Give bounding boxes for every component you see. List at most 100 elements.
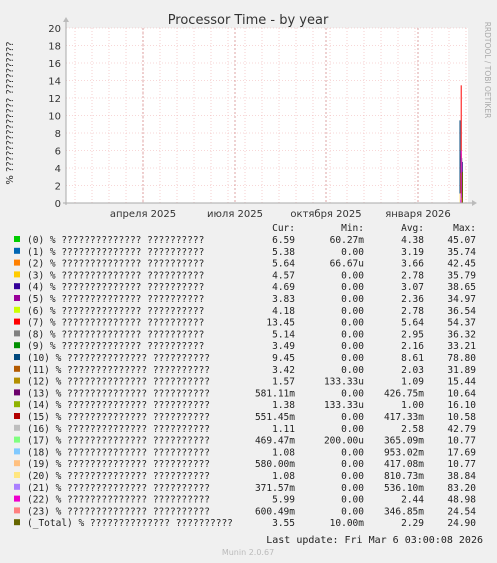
legend-value-avg: 417.33m: [384, 412, 424, 423]
y-tick-label: 10: [48, 112, 61, 123]
y-tick-label: 2: [55, 182, 61, 193]
legend-value-cur: 5.14: [272, 329, 295, 340]
legend-swatch: [14, 436, 20, 443]
legend-value-cur: 371.57m: [255, 483, 295, 494]
legend-swatch: [14, 460, 20, 467]
x-tick-label: июля 2025: [207, 209, 263, 220]
y-tick-label: 14: [48, 77, 61, 88]
legend-series-name: (11) % ?????????????? ??????????: [27, 365, 210, 376]
legend-swatch: [14, 519, 20, 526]
legend-value-max: 54.37: [447, 318, 476, 329]
legend-value-avg: 953.02m: [384, 447, 424, 458]
legend-value-avg: 417.08m: [384, 459, 424, 470]
legend-series-name: (4) % ?????????????? ??????????: [27, 282, 204, 293]
legend-value-avg: 4.38: [401, 235, 424, 246]
legend-value-min: 0.00: [341, 424, 364, 435]
legend-swatch: [14, 507, 20, 514]
legend-value-cur: 5.99: [272, 495, 295, 506]
legend-value-min: 200.00u: [324, 436, 364, 447]
legend-swatch: [14, 247, 20, 254]
legend-value-avg: 2.78: [401, 270, 424, 281]
chart-title: Processor Time - by year: [168, 13, 329, 28]
legend-series-name: (18) % ?????????????? ??????????: [27, 447, 210, 458]
legend-value-avg: 1.00: [401, 400, 424, 411]
legend-value-cur: 6.59: [272, 235, 295, 246]
legend-swatch: [14, 448, 20, 455]
legend-value-avg: 2.44: [401, 495, 424, 506]
legend-swatch: [14, 306, 20, 313]
legend-series-name: (_Total) % ?????????????? ??????????: [27, 518, 233, 529]
legend-series-name: (23) % ?????????????? ??????????: [27, 506, 210, 517]
legend-value-avg: 2.78: [401, 306, 424, 317]
legend-value-max: 42.79: [447, 424, 476, 435]
legend-value-cur: 581.11m: [255, 388, 295, 399]
legend-swatch: [14, 389, 20, 396]
y-tick-label: 8: [55, 129, 61, 140]
legend-series-name: (21) % ?????????????? ??????????: [27, 483, 210, 494]
legend-value-max: 34.97: [447, 294, 476, 305]
legend-series-name: (16) % ?????????????? ??????????: [27, 424, 210, 435]
legend-swatch: [14, 354, 20, 360]
legend-series-name: (13) % ?????????????? ??????????: [27, 388, 210, 399]
last-update-text: Last update: Fri Mar 6 03:00:08 2026: [266, 535, 483, 546]
legend-series-name: (9) % ?????????????? ??????????: [27, 341, 204, 352]
legend-value-max: 78.80: [447, 353, 476, 364]
legend-value-cur: 1.08: [272, 471, 295, 482]
legend-value-avg: 5.64: [401, 318, 424, 329]
legend-series-name: (15) % ?????????????? ??????????: [27, 412, 210, 423]
legend-series-name: (10) % ?????????????? ??????????: [27, 353, 210, 364]
legend-swatch: [14, 236, 20, 242]
legend-value-cur: 4.69: [272, 282, 295, 293]
legend-value-min: 0.00: [341, 329, 364, 340]
legend-header-cur: Cur:: [272, 223, 295, 234]
legend-value-avg: 3.19: [401, 247, 424, 258]
legend-value-min: 0.00: [341, 412, 364, 423]
legend-value-cur: 1.57: [272, 377, 295, 388]
legend-value-avg: 2.36: [401, 294, 424, 305]
x-tick-label: апреля 2025: [110, 209, 176, 220]
legend-value-max: 35.79: [447, 270, 476, 281]
legend-value-min: 66.67u: [330, 259, 364, 270]
legend-series-name: (17) % ?????????????? ??????????: [27, 436, 210, 447]
legend-value-max: 24.54: [447, 506, 476, 517]
legend-value-avg: 2.03: [401, 365, 424, 376]
legend-value-avg: 426.75m: [384, 388, 424, 399]
legend-value-max: 16.10: [447, 400, 476, 411]
legend-value-max: 42.45: [447, 259, 476, 270]
legend-value-max: 38.65: [447, 282, 476, 293]
legend-series-name: (20) % ?????????????? ??????????: [27, 471, 210, 482]
legend-header-avg: Avg:: [401, 223, 424, 234]
legend-series-name: (5) % ?????????????? ??????????: [27, 294, 204, 305]
legend-value-avg: 2.58: [401, 424, 424, 435]
legend-value-min: 0.00: [341, 306, 364, 317]
legend-swatch: [14, 271, 20, 278]
legend-swatch: [14, 483, 20, 490]
legend-value-max: 10.77: [447, 436, 476, 447]
legend-value-min: 0.00: [341, 506, 364, 517]
legend-value-min: 0.00: [341, 282, 364, 293]
legend-value-cur: 1.38: [272, 400, 295, 411]
legend-swatch: [14, 342, 20, 349]
legend-series-name: (7) % ?????????????? ??????????: [27, 318, 204, 329]
legend-value-max: 48.98: [447, 495, 476, 506]
legend-value-min: 0.00: [341, 247, 364, 258]
legend-series-name: (22) % ?????????????? ??????????: [27, 495, 210, 506]
legend-swatch: [14, 424, 20, 431]
y-tick-label: 16: [48, 59, 61, 70]
legend-swatch: [14, 330, 20, 337]
legend-value-avg: 810.73m: [384, 471, 424, 482]
legend-value-avg: 2.95: [401, 329, 424, 340]
legend-swatch: [14, 365, 20, 372]
legend-value-avg: 365.09m: [384, 436, 424, 447]
legend-series-name: (2) % ?????????????? ??????????: [27, 259, 204, 270]
legend-series-name: (12) % ?????????????? ??????????: [27, 377, 210, 388]
legend-value-cur: 469.47m: [255, 436, 295, 447]
legend-value-min: 0.00: [341, 459, 364, 470]
legend-value-cur: 3.49: [272, 341, 295, 352]
legend-swatch: [14, 472, 20, 478]
legend-swatch: [14, 377, 20, 384]
legend-value-avg: 3.66: [401, 259, 424, 270]
y-tick-label: 0: [55, 199, 61, 210]
legend-value-max: 35.74: [447, 247, 476, 258]
legend-value-max: 31.89: [447, 365, 476, 376]
